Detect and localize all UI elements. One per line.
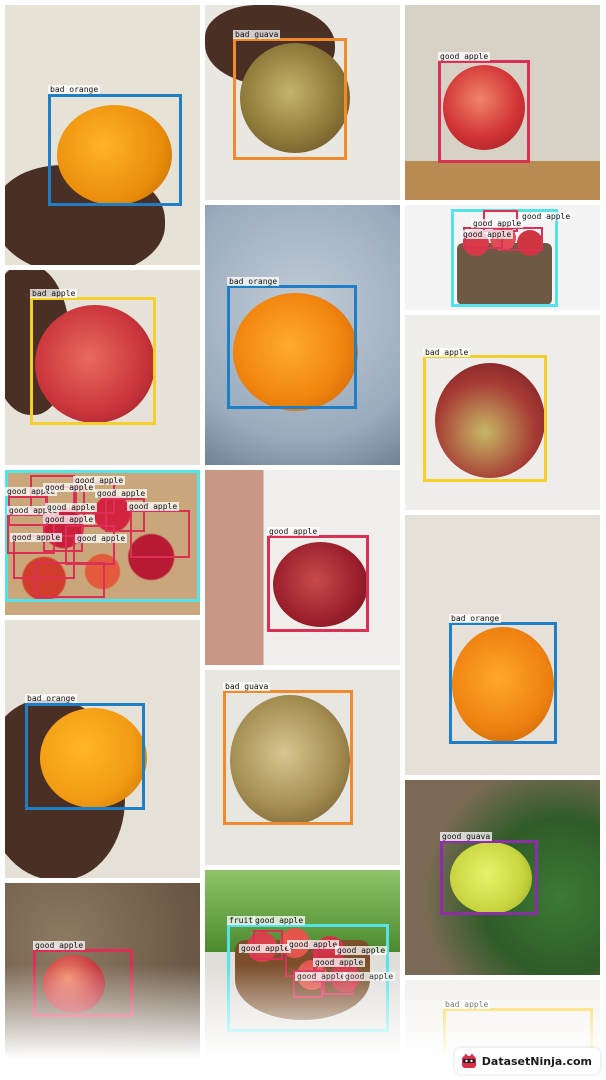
ninja-logo-icon <box>461 1053 476 1068</box>
box-label: good apple <box>471 219 524 228</box>
box-label: good apple <box>95 489 148 498</box>
bounding-box <box>33 949 133 1017</box>
box-label: good guava <box>440 832 493 841</box>
box-label: bad guava <box>223 682 271 691</box>
box-label: bad apple <box>443 1000 491 1009</box>
box-label: good apple <box>127 502 180 511</box>
box-label: bad orange <box>48 85 101 94</box>
image-tile-bad-apple-2[interactable]: bad apple <box>405 315 600 510</box>
image-tile-good-apple-1[interactable]: good apple <box>405 5 600 200</box>
bounding-box <box>449 622 557 744</box>
bounding-box <box>223 690 353 825</box>
bounding-box <box>48 94 182 206</box>
image-tile-bad-guava-1[interactable]: bad guava <box>205 5 400 200</box>
box-label: good apple <box>43 483 96 492</box>
image-tile-fruit-basket[interactable]: fruit good apple good apple good apple g… <box>205 870 400 1075</box>
box-label: good apple <box>343 972 396 981</box>
image-tile-good-apple-ground[interactable]: good apple <box>5 883 200 1075</box>
bounding-box <box>35 562 105 598</box>
image-tile-apple-basket[interactable]: good apple good apple good apple <box>405 205 600 310</box>
watermark-text: DatasetNinja.com <box>481 1054 592 1068</box>
bounding-box <box>267 535 369 632</box>
box-label: bad orange <box>227 277 280 286</box>
box-label: good apple <box>10 533 63 542</box>
image-tile-bad-orange-2[interactable]: bad orange <box>205 205 400 465</box>
bounding-box <box>423 355 547 482</box>
box-label: bad orange <box>449 614 502 623</box>
dataset-ninja-watermark[interactable]: DatasetNinja.com <box>454 1048 600 1074</box>
box-label: good apple <box>313 958 366 967</box>
box-label: good apple <box>43 515 96 524</box>
box-label: good apple <box>438 52 491 61</box>
box-label: good apple <box>267 527 320 536</box>
bounding-box <box>440 840 538 915</box>
box-label: good apple <box>295 972 348 981</box>
box-label: good apple <box>239 944 292 953</box>
image-tile-good-apple-2[interactable]: good apple <box>205 470 400 665</box>
box-label: good apple <box>287 940 340 949</box>
bounding-box <box>438 60 530 163</box>
box-label: fruit <box>227 916 256 925</box>
image-tile-apple-crate[interactable]: good apple good apple good apple good ap… <box>5 470 200 615</box>
bounding-box <box>233 38 347 160</box>
box-label: bad orange <box>25 694 78 703</box>
image-tile-bad-apple-1[interactable]: bad apple <box>5 270 200 465</box>
box-label: bad apple <box>30 289 78 298</box>
bounding-box <box>25 703 145 810</box>
box-label: good apple <box>335 946 388 955</box>
box-label: good apple <box>33 941 86 950</box>
image-tile-bad-orange-4[interactable]: bad orange <box>405 515 600 775</box>
box-label: good apple <box>253 916 306 925</box>
image-tile-good-guava[interactable]: good guava <box>405 780 600 975</box>
box-label: good apple <box>75 534 128 543</box>
bounding-box <box>130 510 190 558</box>
image-tile-bad-guava-2[interactable]: bad guava <box>205 670 400 865</box>
bounding-box <box>30 297 156 425</box>
image-tile-bad-orange-1[interactable]: bad orange <box>5 5 200 265</box>
box-label: good apple <box>520 212 573 221</box>
box-label: bad guava <box>233 30 281 39</box>
box-label: bad apple <box>423 348 471 357</box>
box-label: good apple <box>45 503 98 512</box>
image-tile-bad-orange-3[interactable]: bad orange <box>5 620 200 878</box>
bounding-box <box>227 285 357 409</box>
box-label: good apple <box>461 230 514 239</box>
